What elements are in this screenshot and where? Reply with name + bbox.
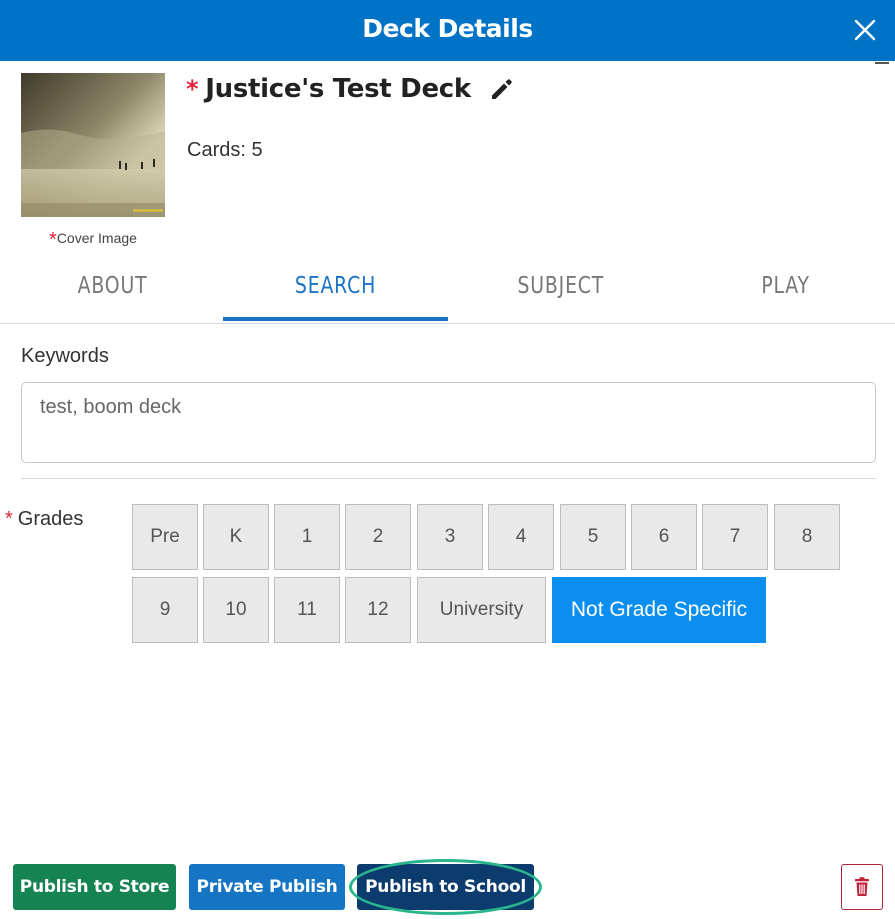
grade-button-2[interactable]: 2 bbox=[345, 504, 411, 570]
grade-button-pre[interactable]: Pre bbox=[132, 504, 198, 570]
publish-to-school-button[interactable]: Publish to School bbox=[357, 864, 534, 910]
keywords-input[interactable]: test, boom deck bbox=[21, 382, 876, 463]
grade-button-12[interactable]: 12 bbox=[345, 577, 411, 643]
deck-title: Justice's Test Deck bbox=[205, 74, 471, 104]
required-mark: * bbox=[186, 75, 199, 103]
required-mark: * bbox=[49, 229, 57, 251]
grade-button-not-grade-specific[interactable]: Not Grade Specific bbox=[552, 577, 766, 643]
grade-button-9[interactable]: 9 bbox=[132, 577, 198, 643]
trash-icon[interactable] bbox=[841, 864, 883, 910]
grade-button-3[interactable]: 3 bbox=[417, 504, 483, 570]
cover-image-caption: *Cover Image bbox=[21, 226, 165, 251]
pencil-icon[interactable] bbox=[489, 76, 515, 102]
dialog-title: Deck Details bbox=[362, 14, 533, 43]
required-mark: * bbox=[5, 508, 13, 530]
private-publish-button[interactable]: Private Publish bbox=[189, 864, 345, 910]
grade-button-k[interactable]: K bbox=[203, 504, 269, 570]
grade-button-11[interactable]: 11 bbox=[274, 577, 340, 643]
tab-play[interactable]: PLAY bbox=[673, 262, 895, 321]
keywords-label: Keywords bbox=[21, 345, 109, 367]
close-icon[interactable] bbox=[849, 14, 881, 46]
tab-search[interactable]: SEARCH bbox=[223, 262, 448, 321]
divider bbox=[21, 478, 876, 479]
grade-button-1[interactable]: 1 bbox=[274, 504, 340, 570]
grade-button-7[interactable]: 7 bbox=[702, 504, 768, 570]
grade-button-6[interactable]: 6 bbox=[631, 504, 697, 570]
cover-image[interactable] bbox=[21, 73, 165, 217]
cover-image-label: Cover Image bbox=[56, 230, 137, 246]
tab-about[interactable]: ABOUT bbox=[0, 262, 225, 321]
grade-button-8[interactable]: 8 bbox=[774, 504, 840, 570]
grade-button-10[interactable]: 10 bbox=[203, 577, 269, 643]
grade-button-4[interactable]: 4 bbox=[488, 504, 554, 570]
grade-button-university[interactable]: University bbox=[417, 577, 546, 643]
tab-bar: ABOUT SEARCH SUBJECT PLAY bbox=[0, 262, 895, 324]
publish-to-store-button[interactable]: Publish to Store bbox=[13, 864, 176, 910]
deck-title-row: * Justice's Test Deck bbox=[186, 72, 515, 106]
scrollbar-thumb[interactable] bbox=[875, 62, 889, 64]
grade-button-5[interactable]: 5 bbox=[560, 504, 626, 570]
dialog-header: Deck Details bbox=[0, 0, 895, 61]
tab-subject[interactable]: SUBJECT bbox=[448, 262, 673, 321]
cards-count: Cards: 5 bbox=[187, 139, 263, 161]
grades-label: * Grades bbox=[5, 508, 84, 530]
